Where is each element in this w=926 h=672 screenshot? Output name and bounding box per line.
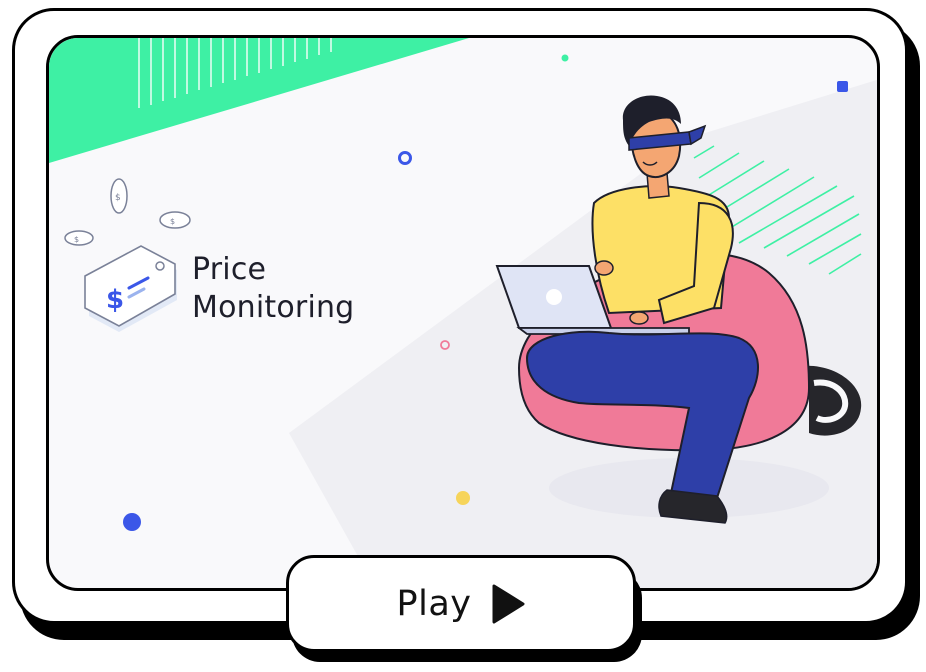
play-icon [492, 584, 524, 623]
decor-dot [123, 513, 141, 531]
title-line-2: Monitoring [192, 290, 355, 325]
decor-square [837, 81, 848, 92]
svg-text:$: $ [170, 217, 175, 226]
decor-dot [561, 54, 569, 62]
video-card: $ $ $ $ Price Monitoring Play [0, 0, 926, 672]
svg-text:$: $ [115, 193, 121, 203]
video-preview[interactable]: $ $ $ $ Price Monitoring [46, 35, 880, 591]
video-illustration: $ $ $ $ [49, 38, 877, 588]
svg-text:$: $ [106, 285, 124, 315]
decor-dot [456, 491, 470, 505]
title-line-1: Price [192, 252, 267, 287]
video-title: Price Monitoring [192, 251, 354, 327]
decor-ring [398, 151, 412, 165]
svg-text:$: $ [74, 235, 79, 244]
play-button[interactable]: Play [286, 555, 636, 652]
price-tag-icon: $ $ $ $ [64, 178, 191, 332]
play-label: Play [396, 583, 472, 624]
